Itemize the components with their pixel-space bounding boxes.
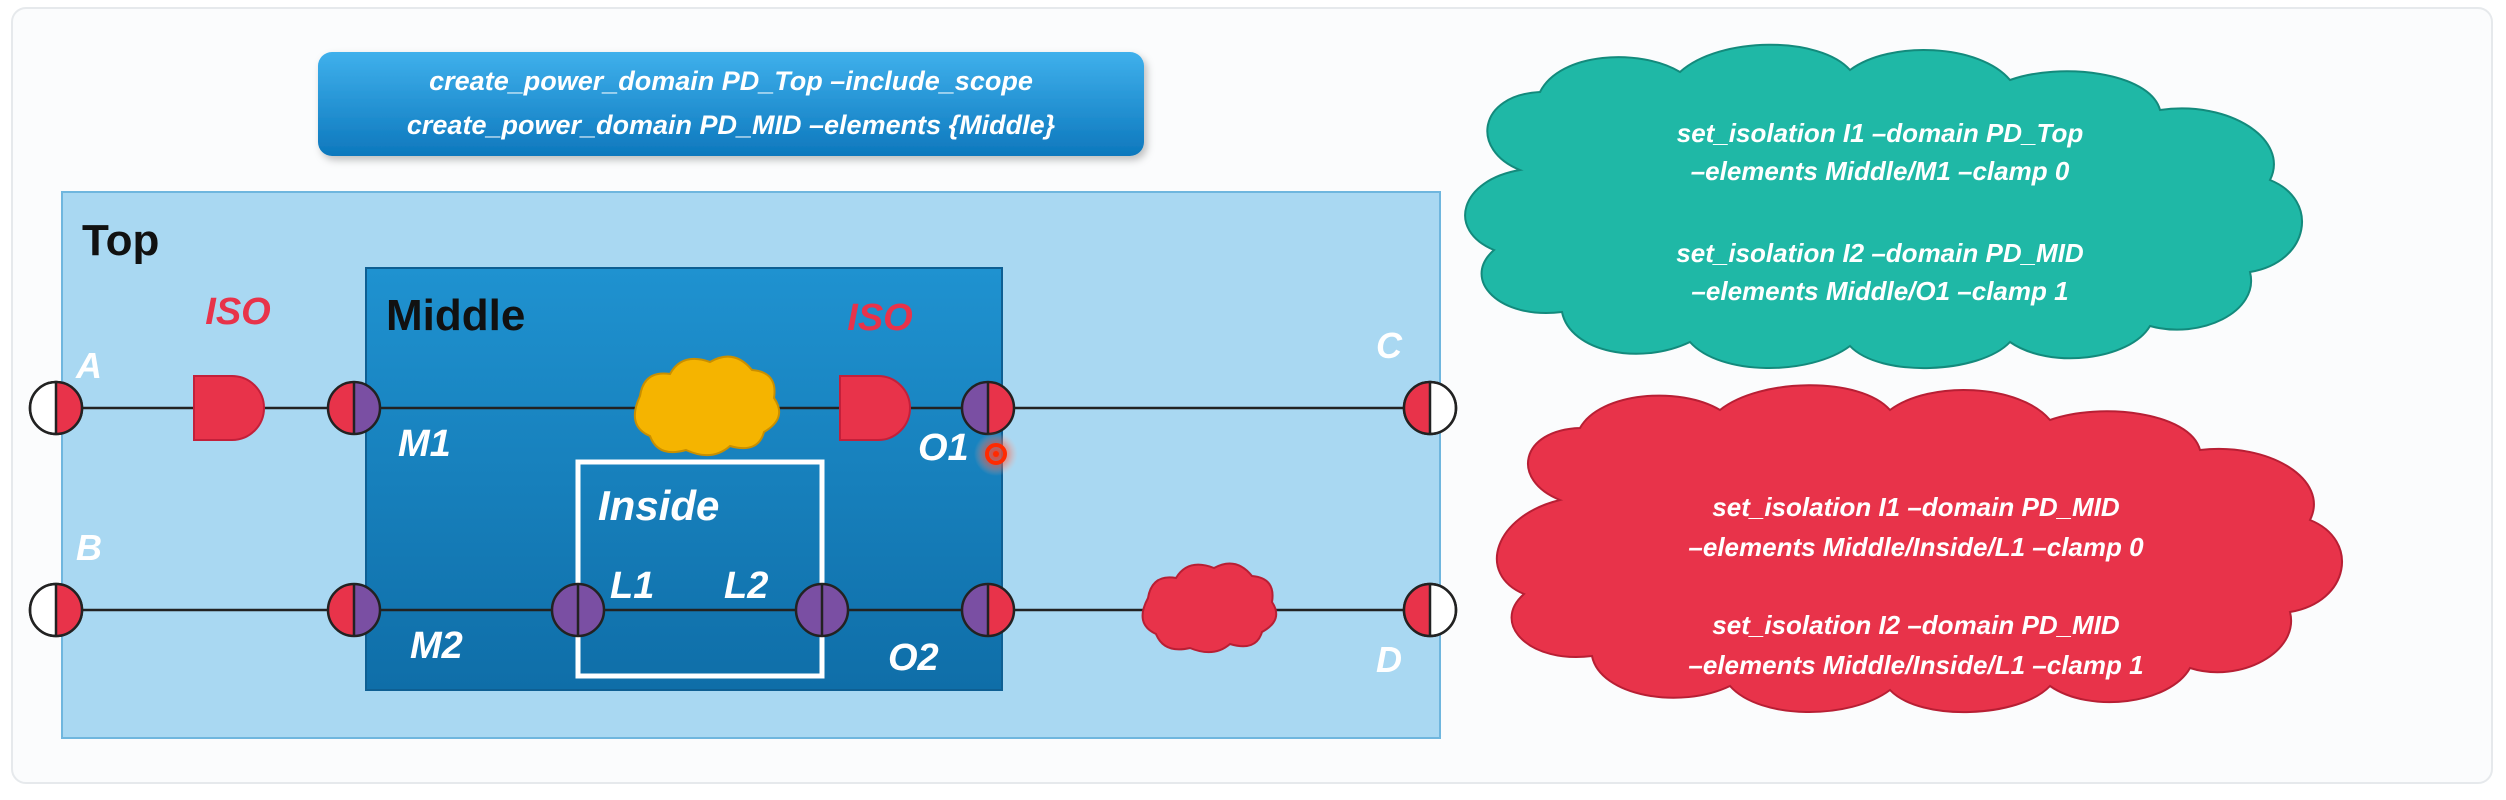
middle-block-label: Middle (386, 291, 525, 340)
command-banner: create_power_domain PD_Top –include_scop… (318, 52, 1144, 156)
iso-gate-1 (193, 375, 265, 441)
diagram-canvas: create_power_domain PD_Top –include_scop… (0, 0, 2506, 795)
pin-label-L2: L2 (724, 565, 768, 607)
cloud-green-line-2: –elements Middle/M1 –clamp 0 (1691, 156, 2070, 186)
pin-M1 (326, 380, 382, 436)
pin-label-C: C (1376, 325, 1403, 366)
iso-label-2: ISO (847, 297, 912, 339)
pin-label-M1: M1 (398, 423, 451, 465)
cloud-green-line-4: –elements Middle/O1 –clamp 1 (1691, 276, 2068, 306)
pin-L2 (794, 582, 850, 638)
pin-M2 (326, 582, 382, 638)
pin-C (1402, 380, 1458, 436)
pin-O1 (960, 380, 1016, 436)
pin-label-O2: O2 (888, 637, 939, 679)
pin-label-L1: L1 (610, 565, 654, 607)
pin-L1 (550, 582, 606, 638)
pin-A (28, 380, 84, 436)
cloud-red-line-2: –elements Middle/Inside/L1 –clamp 0 (1688, 532, 2144, 562)
pin-D (1402, 582, 1458, 638)
cloud-red-line-1: set_isolation I1 –domain PD_MID (1712, 492, 2120, 522)
pin-label-M2: M2 (410, 625, 463, 667)
power-domain-diagram: create_power_domain PD_Top –include_scop… (11, 7, 2493, 784)
cloud-red-line-4: –elements Middle/Inside/L1 –clamp 1 (1688, 650, 2143, 680)
cloud-red-line-3: set_isolation I2 –domain PD_MID (1712, 610, 2120, 640)
iso-gate-2 (839, 375, 911, 441)
inside-block-label: Inside (598, 482, 719, 529)
pin-label-O1: O1 (918, 427, 969, 469)
cloud-green-line-1: set_isolation I1 –domain PD_Top (1677, 118, 2084, 148)
cloud-green-line-3: set_isolation I2 –domain PD_MID (1676, 238, 2084, 268)
pin-label-A: A (75, 345, 102, 386)
pin-B (28, 582, 84, 638)
banner-line-1: create_power_domain PD_Top –include_scop… (429, 66, 1033, 96)
iso-label-1: ISO (205, 291, 270, 333)
cursor-highlight-icon (974, 432, 1018, 476)
pin-O2 (960, 582, 1016, 638)
pin-label-D: D (1376, 639, 1402, 680)
top-block-label: Top (82, 216, 159, 265)
banner-line-2: create_power_domain PD_MID –elements {Mi… (407, 110, 1056, 140)
pin-label-B: B (76, 527, 102, 568)
